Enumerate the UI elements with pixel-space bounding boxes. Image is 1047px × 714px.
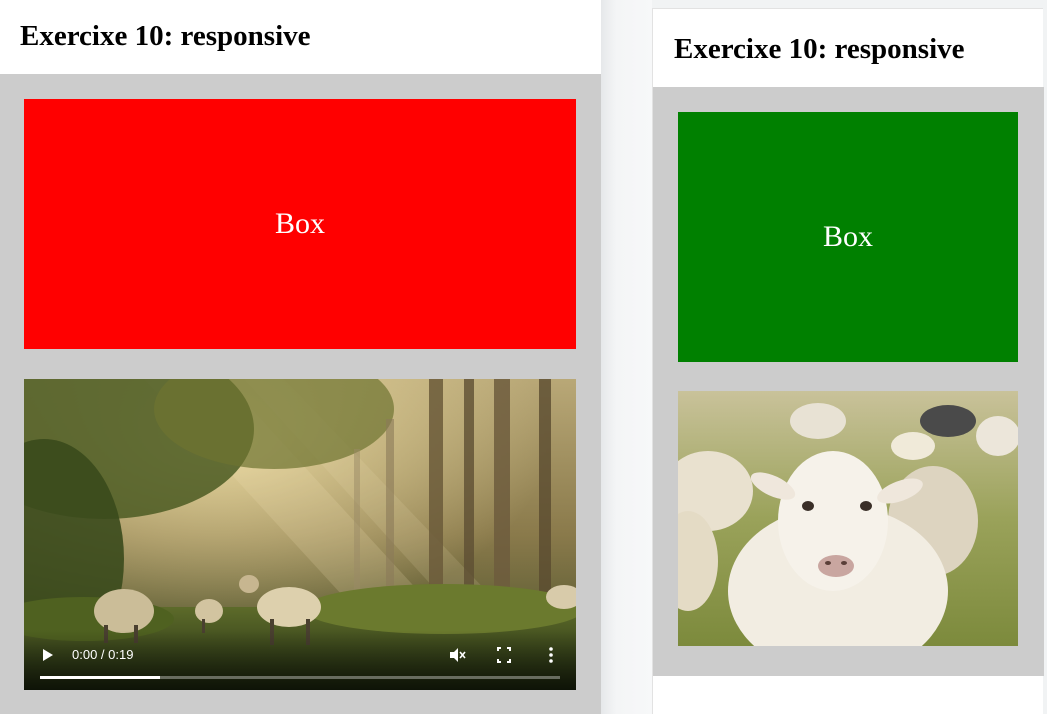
viewport-divider	[601, 0, 652, 714]
color-box: Box	[678, 112, 1018, 362]
mute-icon[interactable]	[448, 646, 466, 664]
wide-viewport: Exercixe 10: responsive Box 0:00 / 0:19	[0, 0, 601, 714]
sheep-image	[678, 391, 1018, 646]
fullscreen-icon[interactable]	[496, 646, 512, 664]
play-icon[interactable]	[40, 646, 56, 664]
box-label: Box	[274, 207, 325, 240]
box-label: Box	[822, 220, 873, 253]
color-box: Box	[24, 99, 576, 349]
video-time: 0:00 / 0:19	[72, 647, 134, 662]
video-player[interactable]: 0:00 / 0:19	[24, 379, 576, 690]
more-vert-icon[interactable]	[543, 646, 559, 664]
video-progress-fill	[40, 676, 160, 679]
video-controls: 0:00 / 0:19	[24, 630, 576, 690]
narrow-viewport: Exercixe 10: responsive Box	[652, 8, 1044, 714]
page-title: Exercixe 10: responsive	[20, 20, 311, 52]
video-progress-bar[interactable]	[40, 676, 560, 679]
page-title: Exercixe 10: responsive	[674, 33, 965, 65]
content-area: Box	[653, 87, 1044, 676]
content-area: Box	[0, 74, 601, 714]
page-header: Exercixe 10: responsive	[0, 0, 601, 74]
page-header: Exercixe 10: responsive	[653, 9, 1043, 87]
